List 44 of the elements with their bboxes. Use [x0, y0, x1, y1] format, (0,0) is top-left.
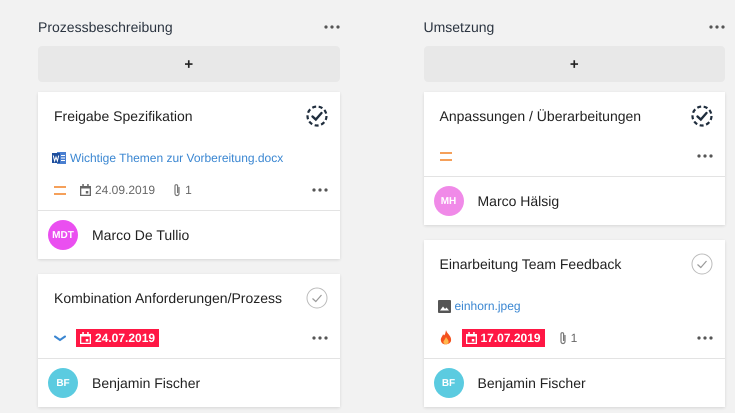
more-icon[interactable]: [324, 25, 340, 29]
assignee-name: Marco Hälsig: [478, 193, 560, 209]
more-icon[interactable]: [697, 336, 713, 340]
task-card[interactable]: Einarbeitung Team Feedback einhorn.jpeg 17.07.2019 1 BF Benjamin Fischer: [424, 240, 725, 407]
assignee-name: Benjamin Fischer: [92, 375, 200, 391]
check-circle-icon[interactable]: [306, 105, 328, 127]
date-text: 24.07.2019: [95, 331, 156, 345]
task-card[interactable]: Freigabe Spezifikation Wichtige Themen zur Vorbereitung.docx 24.09.2019 1 MDT Marco De Tullio: [38, 92, 340, 259]
column-title: Prozessbeschreibung: [38, 19, 173, 35]
check-circle-icon[interactable]: [306, 287, 328, 309]
calendar-icon: [80, 332, 91, 344]
card-title: Einarbeitung Team Feedback: [440, 256, 622, 272]
more-icon[interactable]: [312, 188, 328, 192]
attachment-count: 1: [570, 331, 578, 345]
more-icon[interactable]: [697, 154, 713, 158]
assignee-name: Marco De Tullio: [92, 227, 190, 243]
check-circle-icon[interactable]: [691, 253, 713, 275]
image-icon: [438, 300, 450, 312]
avatar: BF: [434, 368, 464, 398]
paperclip-icon: [558, 331, 567, 345]
avatar: MH: [434, 186, 464, 216]
paperclip-icon: [173, 183, 182, 197]
calendar-icon: [466, 332, 476, 344]
column-title: Umsetzung: [424, 19, 494, 35]
task-card[interactable]: Kombination Anforderungen/Prozess 24.07.2019 BF Benjamin Fischer: [38, 274, 340, 407]
avatar: BF: [48, 368, 78, 398]
date-text: 17.07.2019: [480, 331, 541, 345]
attachment-link[interactable]: einhorn.jpeg: [454, 299, 521, 313]
add-card-button[interactable]: +: [424, 46, 725, 82]
task-card[interactable]: Anpassungen / Überarbeitungen MH Marco Hälsig: [424, 92, 725, 225]
more-icon[interactable]: [709, 25, 725, 29]
check-circle-icon[interactable]: [691, 105, 713, 127]
card-title: Anpassungen / Überarbeitungen: [440, 108, 642, 124]
attachment-count: 1: [185, 183, 192, 197]
attachment-link[interactable]: Wichtige Themen zur Vorbereitung.docx: [70, 151, 284, 165]
assignee-name: Benjamin Fischer: [478, 375, 586, 391]
document-icon: [52, 151, 66, 165]
card-title: Kombination Anforderungen/Prozess: [54, 290, 282, 306]
calendar-icon: [80, 184, 91, 196]
more-icon[interactable]: [312, 336, 328, 340]
add-card-button[interactable]: +: [38, 46, 340, 82]
date-text: 24.09.2019: [95, 183, 156, 197]
card-title: Freigabe Spezifikation: [54, 108, 193, 124]
avatar: MDT: [48, 220, 78, 250]
